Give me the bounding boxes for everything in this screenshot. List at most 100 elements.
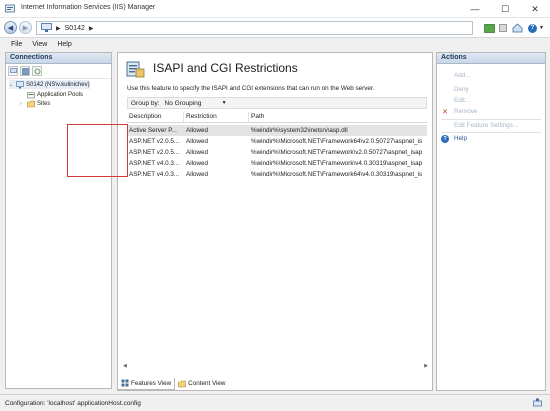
menu-file[interactable]: File [11,41,22,48]
window-title: Internet Information Services (IIS) Mana… [21,4,156,11]
address-breadcrumb[interactable]: ▶ S0142 ▶ [36,21,473,35]
action-edit[interactable]: Edit... [441,96,470,105]
scroll-right-icon[interactable]: ▶ [424,363,428,369]
cell-restriction: Allowed [186,127,209,134]
back-button[interactable]: ◀ [4,21,17,34]
tree-item-label: Sites [37,100,51,107]
status-text: Configuration: 'localhost' applicationHo… [5,399,141,407]
connections-pane: Connections ⌄ S0142 (NS\v.kulinichev) Ap… [5,52,112,389]
column-header-restriction[interactable]: Restriction [184,112,249,122]
table-row[interactable]: ASP.NET v4.0.3... Allowed %windir%\Micro… [127,158,427,169]
cell-restriction: Allowed [186,138,209,145]
server-icon [41,23,52,32]
table-row[interactable]: ASP.NET v4.0.3... Allowed %windir%\Micro… [127,169,427,180]
chevron-down-icon: ▼ [539,25,544,31]
tree-expander-icon[interactable]: › [20,101,27,107]
status-bar: Configuration: 'localhost' applicationHo… [0,394,550,411]
close-button[interactable]: ✕ [522,1,548,17]
help-icon: ? [528,23,538,33]
save-icon[interactable] [20,66,30,76]
tree-item-sites[interactable]: › Sites [20,99,50,108]
isapi-cgi-restrictions-icon [126,61,145,78]
breadcrumb-item-server[interactable]: S0142 [65,25,85,32]
tree-item-server[interactable]: ⌄ S0142 (NS\v.kulinichev) [9,80,90,89]
cell-path: %windir%\Microsoft.NET\Framework\v2.0.50… [251,149,423,156]
table-row[interactable]: ASP.NET v2.0.5... Allowed %windir%\Micro… [127,147,427,158]
action-label: Help [454,135,467,142]
menu-help[interactable]: Help [57,41,71,48]
action-deny[interactable]: Deny [441,85,469,94]
actions-divider [441,132,541,133]
feature-pane: ISAPI and CGI Restrictions Use this feat… [117,52,433,391]
cell-description: ASP.NET v2.0.5... [129,138,180,145]
cell-description: ASP.NET v2.0.5... [129,149,180,156]
minimize-button[interactable]: — [462,1,488,17]
connections-header: Connections [6,53,111,64]
tree-expander-icon[interactable]: ⌄ [9,82,16,88]
connect-icon[interactable] [483,22,495,34]
sites-folder-icon [27,100,35,107]
table-row[interactable]: Active Server P... Allowed %windir%\syst… [127,125,427,136]
refresh-icon[interactable] [32,66,42,76]
remove-icon: ✕ [442,108,448,116]
cell-description: Active Server P... [129,127,177,134]
action-label: Deny [454,86,469,93]
groupby-label: Group by: [131,99,160,107]
maximize-button[interactable]: ☐ [492,1,518,17]
feature-description: Use this feature to specify the ISAPI an… [127,85,375,92]
cell-path: %windir%\Microsoft.NET\Framework64\v2.0.… [251,138,423,145]
content-view-icon [178,380,186,387]
column-header-path[interactable]: Path [249,112,427,122]
actions-pane: Actions Add... Deny Edit... ✕ Remove Edi… [436,52,546,391]
view-tabs: Features View Content View [117,377,433,390]
stop-icon[interactable] [498,22,508,34]
help-glyph: ? [441,134,449,143]
menu-view[interactable]: View [32,41,47,48]
home-icon[interactable] [511,22,523,34]
tree-item-label: Application Pools [37,91,84,98]
action-edit-feature-settings[interactable]: Edit Feature Settings... [441,121,518,130]
cell-description: ASP.NET v4.0.3... [129,160,180,167]
iis-app-icon [5,4,15,13]
network-status-icon [533,398,542,409]
action-remove[interactable]: ✕ Remove [441,107,477,116]
action-label: Edit... [454,97,471,104]
cell-restriction: Allowed [186,171,209,178]
grid-header: Description Restriction Path [127,112,427,123]
action-label: Remove [454,108,478,115]
cell-description: ASP.NET v4.0.3... [129,171,180,178]
tab-features-view[interactable]: Features View [117,377,176,390]
forward-button[interactable]: ▶ [19,21,32,34]
cell-restriction: Allowed [186,160,209,167]
column-header-description[interactable]: Description [127,112,184,122]
tab-content-view[interactable]: Content View [175,378,228,390]
actions-divider [441,119,541,120]
features-view-icon [121,379,129,387]
menu-bar: File View Help [0,38,550,50]
groupby-value: No Grouping [164,99,202,107]
horizontal-scrollbar[interactable]: ◀ ▶ [119,362,432,370]
help-dropdown-icon[interactable]: ? ▼ [527,22,545,34]
chevron-down-icon: ▼ [221,100,227,106]
cell-path: %windir%\Microsoft.NET\Framework64\v4.0.… [251,171,423,178]
tree-item-label: S0142 (NS\v.kulinichev) [26,81,90,88]
cell-restriction: Allowed [186,149,209,156]
connect-server-icon[interactable] [8,66,18,76]
title-bar: Internet Information Services (IIS) Mana… [0,0,550,18]
action-add[interactable]: Add... [441,71,470,80]
tab-label: Content View [188,380,226,387]
action-help[interactable]: ? Help [441,134,467,143]
cell-path: %windir%\Microsoft.NET\Framework\v4.0.30… [251,160,423,167]
scroll-left-icon[interactable]: ◀ [123,363,127,369]
connections-toolbar [6,64,111,79]
page-title: ISAPI and CGI Restrictions [153,61,298,75]
tree-item-application-pools[interactable]: Application Pools [20,90,83,99]
server-icon [16,80,24,88]
tab-label: Features View [131,379,172,387]
breadcrumb-chevron-icon[interactable]: ▶ [89,25,94,32]
app-pools-icon [27,91,35,98]
help-icon: ? [441,134,449,143]
table-row[interactable]: ASP.NET v2.0.5... Allowed %windir%\Micro… [127,136,427,147]
groupby-select[interactable]: No Grouping ▼ [165,100,227,107]
breadcrumb-separator-icon: ▶ [56,25,61,32]
